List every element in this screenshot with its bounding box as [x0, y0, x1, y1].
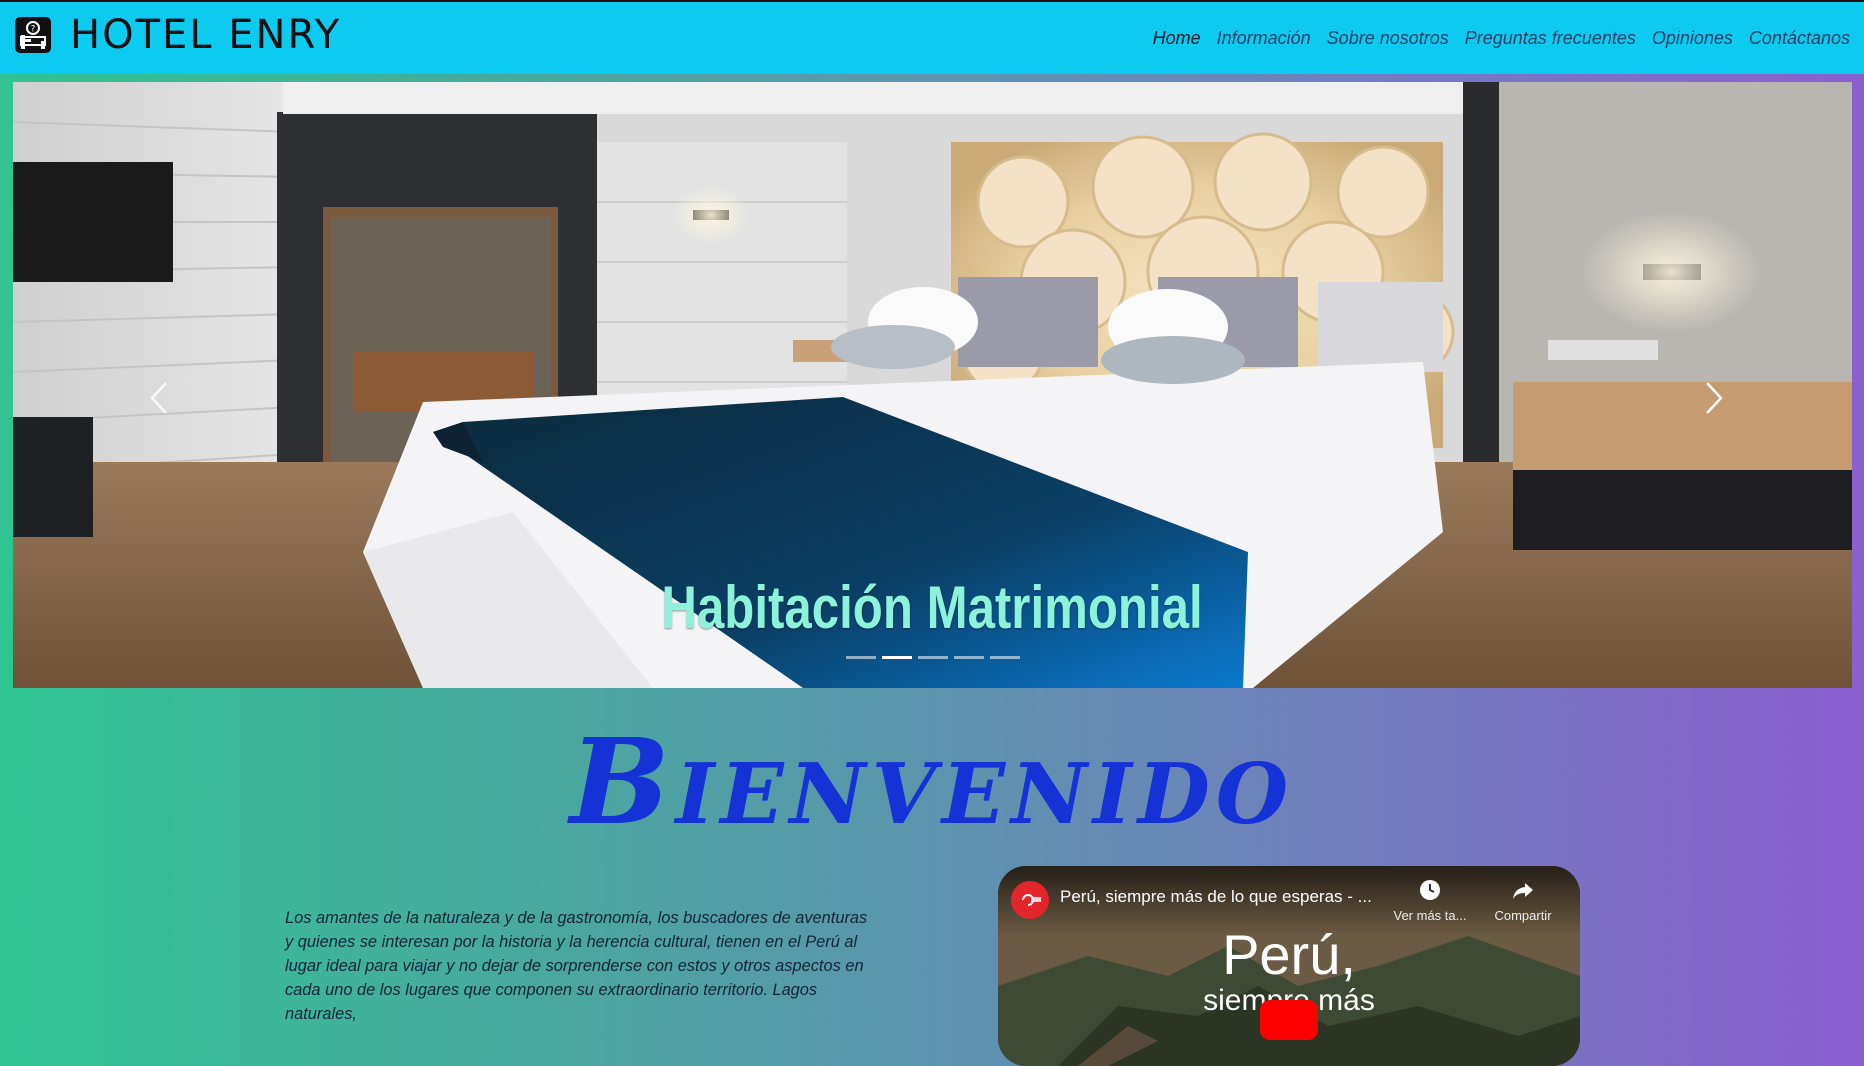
carousel-caption: Habitación Matrimonial: [13, 573, 1852, 642]
nav-preguntas-frecuentes[interactable]: Preguntas frecuentes: [1465, 28, 1636, 49]
welcome-intro-text: Los amantes de la naturaleza y de la gas…: [285, 909, 868, 1023]
carousel-indicators: [13, 656, 1852, 659]
chevron-right-icon: [1706, 382, 1723, 414]
top-navbar: ? HOTEL ENRY Home Información Sobre noso…: [0, 0, 1864, 74]
youtube-video-embed[interactable]: Perú, siempre más de lo que esperas - ..…: [998, 866, 1580, 1066]
watch-later-button[interactable]: Ver más ta...: [1390, 878, 1470, 923]
main-nav: Home Información Sobre nosotros Pregunta…: [1153, 28, 1850, 49]
carousel-indicator-1[interactable]: [845, 656, 876, 659]
play-button[interactable]: [1260, 1000, 1318, 1040]
nav-informacion[interactable]: Información: [1217, 28, 1311, 49]
share-label: Compartir: [1494, 908, 1552, 923]
carousel-indicator-4[interactable]: [953, 656, 984, 659]
share-button[interactable]: Compartir: [1483, 878, 1563, 923]
channel-avatar[interactable]: [1011, 881, 1049, 919]
brand-name: HOTEL ENRY: [70, 12, 342, 58]
welcome-title: Bienvenido: [569, 712, 1295, 851]
peru-logo-icon: [1022, 894, 1041, 906]
brand[interactable]: ? HOTEL ENRY: [14, 12, 342, 58]
nav-sobre-nosotros[interactable]: Sobre nosotros: [1327, 28, 1449, 49]
carousel-next-button[interactable]: [1694, 368, 1734, 428]
clock-icon: [1420, 880, 1440, 900]
carousel-prev-button[interactable]: [139, 368, 179, 428]
nav-home[interactable]: Home: [1153, 28, 1201, 49]
carousel-indicator-3[interactable]: [917, 656, 948, 659]
carousel-indicator-2[interactable]: [881, 656, 912, 659]
nav-contactanos[interactable]: Contáctanos: [1749, 28, 1850, 49]
share-icon: [1513, 883, 1533, 899]
carousel-caption-text: Habitación Matrimonial: [661, 574, 1204, 641]
carousel-indicator-5[interactable]: [989, 656, 1020, 659]
hotel-bed-icon: ?: [15, 17, 51, 53]
watch-later-label: Ver más ta...: [1393, 908, 1467, 923]
svg-text:?: ?: [31, 25, 36, 35]
hero-carousel: Habitación Matrimonial: [13, 82, 1852, 688]
chevron-left-icon: [150, 382, 167, 414]
video-overlay-title: Perú,: [1222, 923, 1356, 986]
nav-opiniones[interactable]: Opiniones: [1652, 28, 1733, 49]
video-title[interactable]: Perú, siempre más de lo que esperas - ..…: [1060, 887, 1372, 907]
